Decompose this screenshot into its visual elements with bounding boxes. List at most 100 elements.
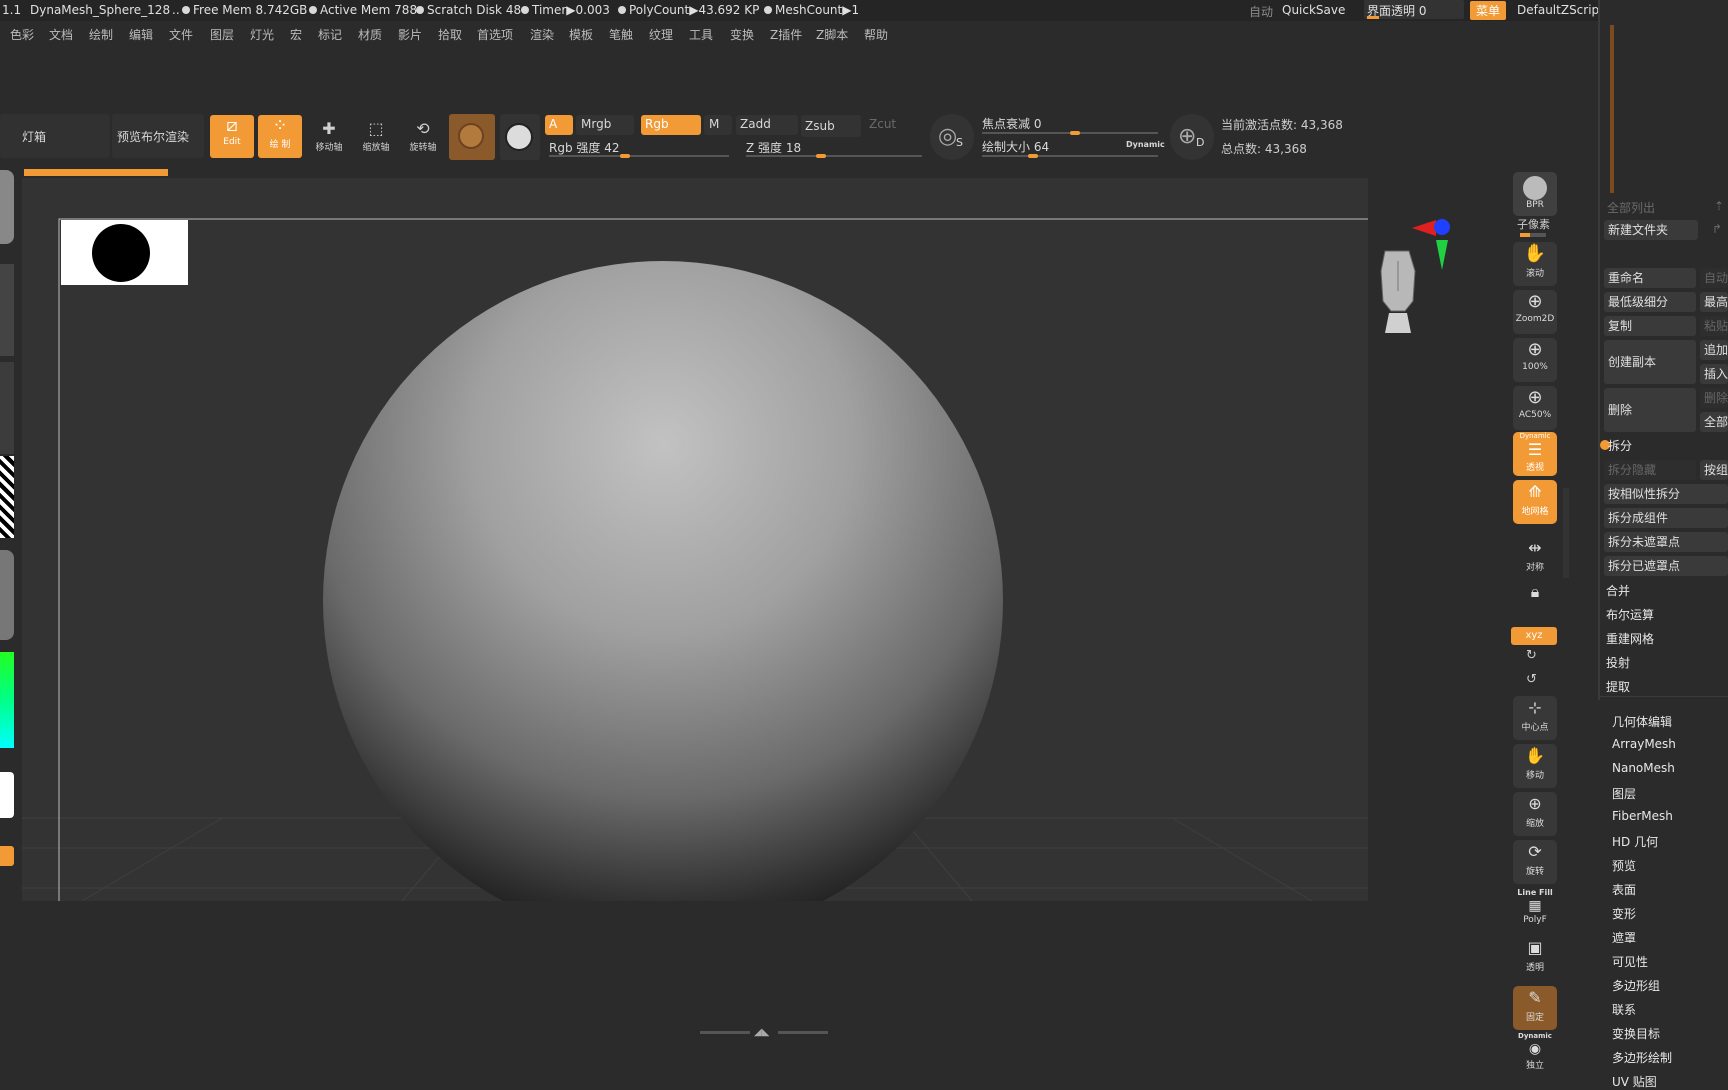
left-main-color[interactable] (0, 772, 14, 818)
dynamic-label[interactable]: Dynamic (1126, 140, 1165, 149)
zadd-toggle[interactable]: Zadd (736, 115, 798, 135)
menu-item[interactable]: 色彩 (10, 26, 34, 43)
viewport-scrollbar[interactable] (1563, 488, 1569, 578)
left-brush-thumb[interactable] (0, 170, 14, 244)
rgb-toggle[interactable]: Rgb (641, 115, 701, 135)
split-hidden-button[interactable]: 拆分隐藏 (1604, 460, 1696, 480)
sphere-mesh[interactable] (323, 261, 1003, 901)
menu-item[interactable]: Z脚本 (816, 26, 848, 43)
left-material-thumb[interactable] (0, 550, 14, 640)
menu-item[interactable]: 编辑 (129, 26, 153, 43)
menu-item[interactable]: 帮助 (864, 26, 888, 43)
lock-button[interactable]: 🔒︎ (1513, 580, 1557, 624)
lowest-sub-button[interactable]: 最低级细分 (1604, 292, 1696, 312)
menu-item[interactable]: 材质 (358, 26, 382, 43)
split-section-title[interactable]: 拆分 (1608, 437, 1632, 454)
append-button[interactable]: 追加 (1700, 340, 1728, 360)
lightbox-button[interactable]: 灯箱 (0, 114, 110, 158)
edit-button[interactable]: ⧄ Edit (210, 115, 254, 158)
extract-section[interactable]: 提取 (1606, 678, 1630, 695)
mrgb-toggle[interactable]: Mrgb (576, 115, 634, 135)
up-arrow-icon[interactable]: ⇡ (1714, 199, 1724, 213)
auto-button[interactable]: 自动 (1700, 268, 1728, 288)
subtool-scrollbar[interactable] (1610, 25, 1614, 193)
scroll-button[interactable]: ✋ 滚动 (1513, 242, 1557, 286)
floor-grid-button[interactable]: ⟰ 地网格 (1513, 480, 1557, 524)
menu-item[interactable]: Z插件 (770, 26, 802, 43)
zoom2d-button[interactable]: ⊕ Zoom2D (1513, 290, 1557, 334)
subpixel-slider[interactable] (1520, 233, 1546, 237)
rotate-z-icon[interactable]: ↺ (1526, 672, 1537, 687)
left-alpha-thumb[interactable] (0, 362, 14, 454)
menu-item[interactable]: 灯光 (250, 26, 274, 43)
solo-button[interactable]: Dynamic ◉ 独立 (1513, 1032, 1557, 1076)
bpr-button[interactable]: BPR (1513, 172, 1557, 216)
remesh-section[interactable]: 重建网格 (1606, 630, 1654, 647)
symmetry-button[interactable]: ⇹ 对称 (1513, 536, 1557, 580)
zoom100-button[interactable]: ⊕ 100% (1513, 338, 1557, 382)
delete-button[interactable]: 删除 (1604, 388, 1696, 432)
create-copy-button[interactable]: 创建副本 (1604, 340, 1696, 384)
transparent-button[interactable]: ▣ 透明 (1513, 936, 1557, 980)
copy-button[interactable]: 复制 (1604, 316, 1696, 336)
ghost-button[interactable]: ✎ 固定 (1513, 986, 1557, 1030)
scale-view-button[interactable]: ⊕ 缩放 (1513, 792, 1557, 836)
geometry-edit-section[interactable]: 几何体编辑 (1612, 713, 1672, 730)
polyf-button[interactable]: Line Fill ▦ PolyF (1513, 888, 1557, 932)
visibility-section[interactable]: 可见性 (1612, 953, 1648, 970)
left-color-picker[interactable] (0, 652, 14, 748)
perspective-button[interactable]: Dynamic ☰ 透视 (1513, 432, 1557, 476)
split-masked-button[interactable]: 拆分已遮罩点 (1604, 556, 1728, 576)
project-section[interactable]: 投射 (1606, 654, 1630, 671)
polygroups-section[interactable]: 多边形组 (1612, 977, 1660, 994)
material-button[interactable] (449, 114, 495, 160)
menu-item[interactable]: 文档 (49, 26, 73, 43)
hd-geometry-section[interactable]: HD 几何 (1612, 833, 1658, 850)
contact-section[interactable]: 联系 (1612, 1001, 1636, 1018)
menu-item[interactable]: 笔触 (609, 26, 633, 43)
menu-item[interactable]: 变换 (730, 26, 754, 43)
rgb-intensity-slider[interactable]: Rgb 强度 42 (545, 137, 735, 159)
highest-button[interactable]: 最高 (1700, 292, 1728, 312)
menu-item[interactable]: 渲染 (530, 26, 554, 43)
navigation-thumbnail[interactable] (61, 220, 188, 285)
boolean-section[interactable]: 布尔运算 (1606, 606, 1654, 623)
deformation-section[interactable]: 变形 (1612, 905, 1636, 922)
zcut-toggle[interactable]: Zcut (864, 115, 920, 135)
menu-item[interactable]: 纹理 (649, 26, 673, 43)
list-all-button[interactable]: 全部列出 (1607, 199, 1655, 216)
scale-button[interactable]: ⬚ 缩放轴 (356, 118, 396, 162)
preview-section[interactable]: 预览 (1612, 857, 1636, 874)
split-to-groups-button[interactable]: 拆分成组件 (1604, 508, 1728, 528)
layers-section[interactable]: 图层 (1612, 785, 1636, 802)
menu-item[interactable]: 绘制 (89, 26, 113, 43)
split-similar-button[interactable]: 按相似性拆分 (1604, 484, 1728, 504)
focal-shift-slider[interactable]: 焦点衰减 0 (978, 114, 1164, 136)
menu-item[interactable]: 影片 (398, 26, 422, 43)
merge-section[interactable]: 合并 (1606, 582, 1630, 599)
left-stroke-thumb[interactable] (0, 264, 14, 356)
left-orange-toggle[interactable] (0, 846, 14, 866)
surface-section[interactable]: 表面 (1612, 881, 1636, 898)
rotate-view-button[interactable]: ⟳ 旋转 (1513, 840, 1557, 884)
ac50-button[interactable]: ⊕ AC50% (1513, 386, 1557, 430)
zsub-toggle[interactable]: Zsub (801, 115, 861, 137)
new-folder-button[interactable]: 新建文件夹 (1604, 220, 1698, 240)
xyz-toggle[interactable]: xyz (1511, 627, 1557, 645)
move-button[interactable]: ✚ 移动轴 (309, 118, 349, 162)
morph-target-section[interactable]: 变换目标 (1612, 1025, 1660, 1042)
all-button[interactable]: 全部 (1700, 412, 1728, 432)
arraymesh-section[interactable]: ArrayMesh (1612, 737, 1676, 751)
move-view-button[interactable]: ✋ 移动 (1513, 744, 1557, 788)
interface-transparency-slider[interactable]: 界面透明 0 (1364, 0, 1464, 19)
uv-map-section[interactable]: UV 贴图 (1612, 1073, 1657, 1090)
nanomesh-section[interactable]: NanoMesh (1612, 761, 1675, 775)
texture-button[interactable] (500, 114, 540, 160)
axis-gizmo-icon[interactable] (1412, 218, 1452, 276)
menu-item[interactable]: 文件 (169, 26, 193, 43)
masking-section[interactable]: 遮罩 (1612, 929, 1636, 946)
insert-button[interactable]: 插入 (1700, 364, 1728, 384)
split-unmasked-button[interactable]: 拆分未遮罩点 (1604, 532, 1728, 552)
by-group-button[interactable]: 按组 (1700, 460, 1728, 480)
rename-button[interactable]: 重命名 (1604, 268, 1696, 288)
